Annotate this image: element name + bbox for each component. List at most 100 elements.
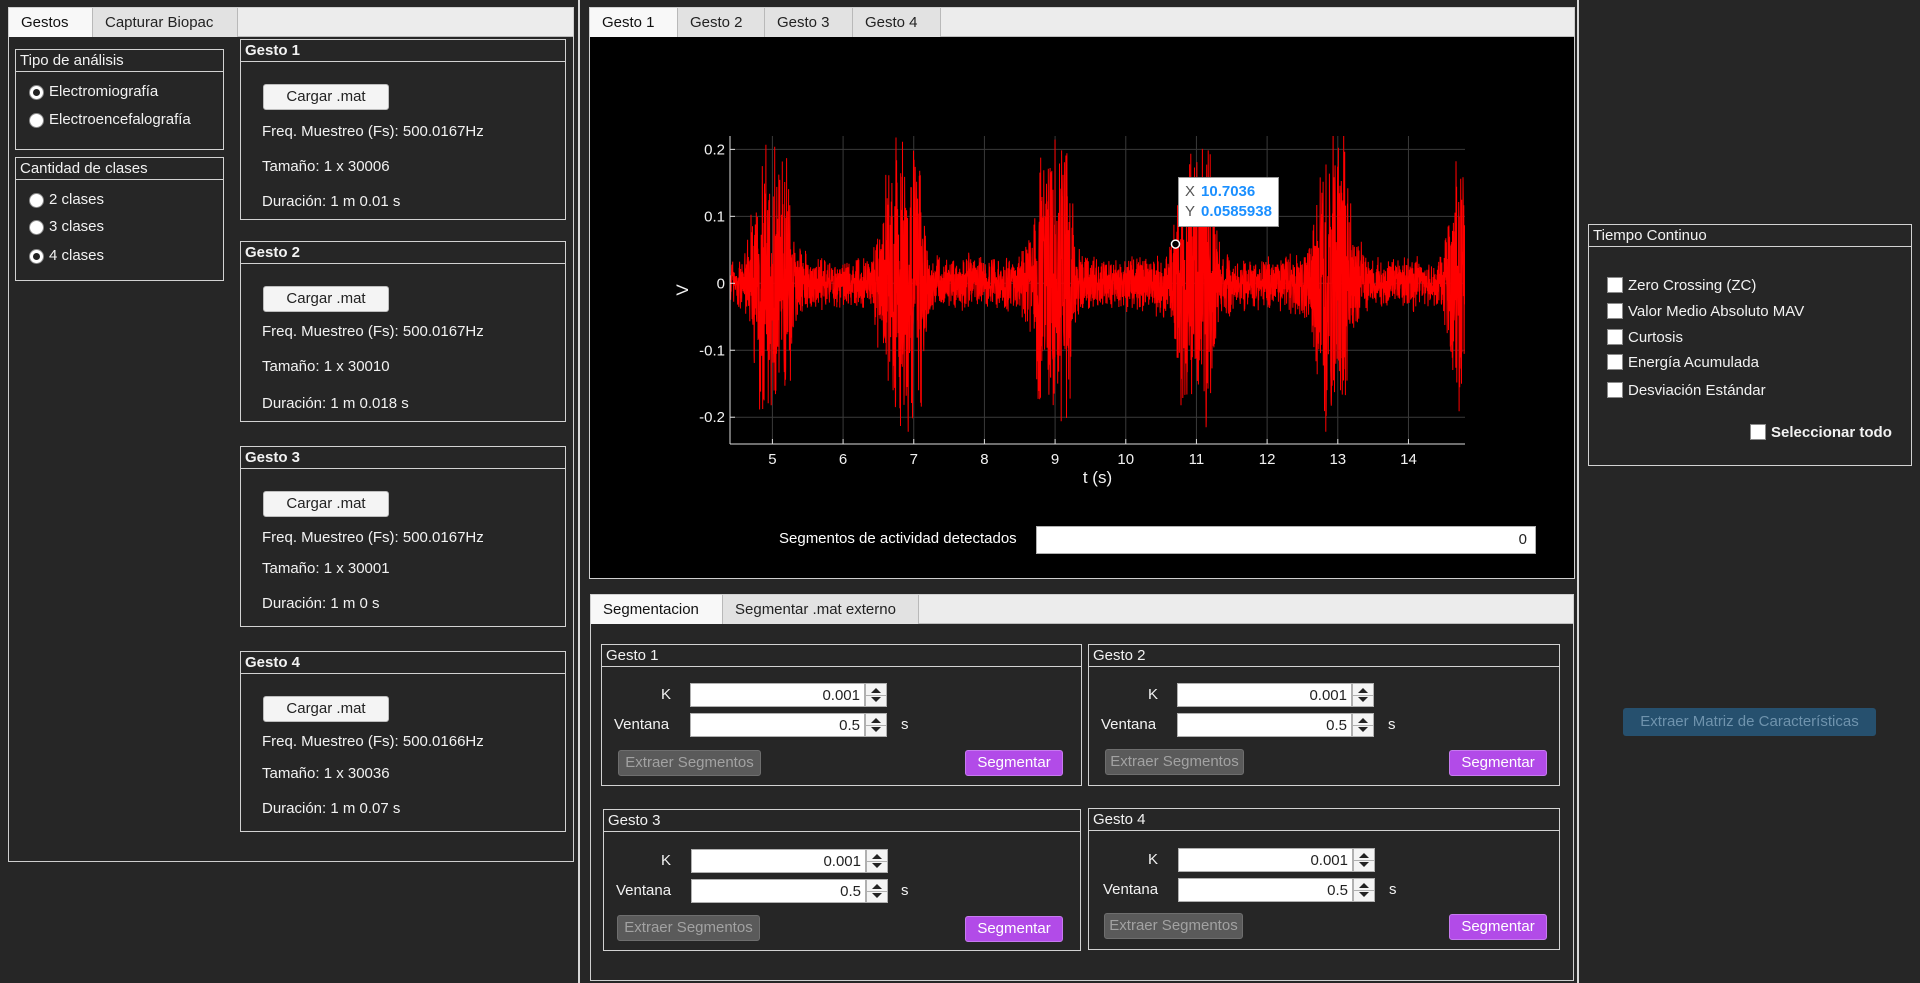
sampling-frequency: Freq. Muestreo (Fs): 500.0167Hz — [262, 323, 484, 340]
load-mat-button[interactable]: Cargar .mat — [263, 286, 389, 312]
spin-down-icon[interactable] — [1359, 892, 1369, 897]
extract-segments-button[interactable]: Extraer Segmentos — [1105, 749, 1244, 775]
window-spinner[interactable] — [1352, 713, 1374, 737]
radio-2-classes[interactable] — [29, 193, 44, 208]
k-input[interactable]: 0.001 — [1178, 848, 1353, 872]
spin-up-icon[interactable] — [871, 688, 881, 693]
window-spinner[interactable] — [866, 879, 888, 903]
window-spinner[interactable] — [865, 713, 887, 737]
spin-down-icon[interactable] — [872, 893, 882, 898]
checkbox-std[interactable] — [1607, 382, 1623, 398]
left-tabbar: Gestos Capturar Biopac — [9, 8, 573, 37]
x-tick-label: 10 — [1117, 451, 1134, 468]
spin-divider — [1354, 890, 1374, 891]
spin-down-icon[interactable] — [1358, 727, 1368, 732]
tab-plot-gesto-3[interactable]: Gesto 3 — [765, 8, 853, 37]
tab-plot-gesto-4[interactable]: Gesto 4 — [853, 8, 941, 37]
continuous-time-panel: Tiempo Continuo Zero Crossing (ZC) Valor… — [1588, 224, 1912, 466]
radio-2-classes-label: 2 clases — [49, 191, 105, 208]
k-spinner[interactable] — [1352, 683, 1374, 707]
radio-4-classes-label: 4 clases — [49, 247, 105, 264]
load-mat-button[interactable]: Cargar .mat — [263, 491, 389, 517]
k-input[interactable]: 0.001 — [690, 683, 865, 707]
y-axis-label: V — [673, 284, 692, 296]
spin-up-icon[interactable] — [1359, 883, 1369, 888]
segment-button[interactable]: Segmentar — [965, 916, 1063, 942]
radio-emg-label: Electromiografía — [49, 83, 159, 100]
gesture-title: Gesto 1 — [241, 40, 565, 62]
spin-up-icon[interactable] — [1359, 853, 1369, 858]
signal-duration: Duración: 1 m 0.018 s — [262, 395, 409, 412]
spin-down-icon[interactable] — [1359, 862, 1369, 867]
k-spinner[interactable] — [865, 683, 887, 707]
checkbox-mav[interactable] — [1607, 303, 1623, 319]
spin-up-icon[interactable] — [872, 854, 882, 859]
k-input[interactable]: 0.001 — [1177, 683, 1352, 707]
seg-panel-2: Gesto 2 K 0.001 Ventana 0.5 s Extraer Se… — [1088, 644, 1560, 786]
spin-divider — [1353, 695, 1373, 696]
gesture-title: Gesto 2 — [241, 242, 565, 264]
plot-area: 5 6 7 8 9 10 11 12 13 14 0.2 0.1 0 -0.1 -0.2 t (s) V X 10… — [590, 37, 1574, 578]
spin-down-icon[interactable] — [1358, 697, 1368, 702]
checkbox-curtosis[interactable] — [1607, 329, 1623, 345]
window-input[interactable]: 0.5 — [691, 879, 866, 903]
seg-panel-3: Gesto 3 K 0.001 Ventana 0.5 s Extraer Se… — [603, 809, 1081, 951]
load-mat-button[interactable]: Cargar .mat — [263, 84, 389, 110]
y-tick-label: -0.2 — [699, 409, 725, 426]
extract-segments-button[interactable]: Extraer Segmentos — [618, 750, 761, 776]
window-input[interactable]: 0.5 — [1178, 878, 1353, 902]
spin-up-icon[interactable] — [1358, 718, 1368, 723]
segment-button[interactable]: Segmentar — [1449, 914, 1547, 940]
k-label: K — [1148, 686, 1159, 703]
tab-plot-gesto-2[interactable]: Gesto 2 — [678, 8, 765, 37]
window-label: Ventana — [1103, 881, 1159, 898]
spin-up-icon[interactable] — [872, 884, 882, 889]
tab-segmentacion[interactable]: Segmentacion — [591, 595, 723, 624]
load-mat-button[interactable]: Cargar .mat — [263, 696, 389, 722]
plot-tabbar: Gesto 1 Gesto 2 Gesto 3 Gesto 4 — [590, 8, 1574, 37]
extract-segments-button[interactable]: Extraer Segmentos — [617, 915, 760, 941]
segments-count-field[interactable]: 0 — [1036, 526, 1536, 554]
segment-button[interactable]: Segmentar — [965, 750, 1063, 776]
sampling-frequency: Freq. Muestreo (Fs): 500.0167Hz — [262, 123, 484, 140]
spin-down-icon[interactable] — [871, 697, 881, 702]
signal-size: Tamaño: 1 x 30006 — [262, 158, 390, 175]
signal-size: Tamaño: 1 x 30001 — [262, 560, 390, 577]
checkbox-energy-label: Energía Acumulada — [1628, 354, 1759, 371]
y-tick-label: 0.1 — [704, 208, 725, 225]
extract-segments-button[interactable]: Extraer Segmentos — [1104, 913, 1243, 939]
checkbox-select-all[interactable] — [1750, 424, 1766, 440]
spin-divider — [1353, 725, 1373, 726]
segment-button[interactable]: Segmentar — [1449, 750, 1547, 776]
spin-down-icon[interactable] — [872, 863, 882, 868]
checkbox-zc-label: Zero Crossing (ZC) — [1628, 277, 1757, 294]
datatip-x-value: 10.7036 — [1201, 183, 1256, 200]
tab-plot-gesto-1[interactable]: Gesto 1 — [590, 8, 678, 37]
window-input[interactable]: 0.5 — [690, 713, 865, 737]
radio-4-classes[interactable] — [29, 249, 44, 264]
spin-up-icon[interactable] — [871, 718, 881, 723]
checkbox-energy[interactable] — [1607, 354, 1623, 370]
checkbox-zc[interactable] — [1607, 277, 1623, 293]
radio-3-classes[interactable] — [29, 220, 44, 235]
radio-eeg[interactable] — [29, 113, 44, 128]
tab-capturar-biopac[interactable]: Capturar Biopac — [93, 8, 238, 37]
radio-3-classes-label: 3 clases — [49, 218, 105, 235]
window-input[interactable]: 0.5 — [1177, 713, 1352, 737]
seg-panel-title: Gesto 2 — [1089, 645, 1559, 667]
signal-size: Tamaño: 1 x 30010 — [262, 358, 390, 375]
tab-segmentar-mat-externo[interactable]: Segmentar .mat externo — [723, 595, 919, 624]
k-input[interactable]: 0.001 — [691, 849, 866, 873]
k-label: K — [661, 852, 672, 869]
y-tick-label: 0 — [717, 275, 725, 292]
emg-chart[interactable]: 5 6 7 8 9 10 11 12 13 14 0.2 0.1 0 -0.1 -0.2 t (s) V — [590, 37, 1574, 578]
radio-emg[interactable] — [29, 85, 44, 100]
window-spinner[interactable] — [1353, 878, 1375, 902]
spin-up-icon[interactable] — [1358, 688, 1368, 693]
k-spinner[interactable] — [1353, 848, 1375, 872]
spin-down-icon[interactable] — [871, 727, 881, 732]
extract-feature-matrix-button[interactable]: Extraer Matriz de Características — [1623, 708, 1876, 736]
tab-gestos[interactable]: Gestos — [9, 8, 93, 37]
datatip-marker — [1170, 239, 1181, 249]
k-spinner[interactable] — [866, 849, 888, 873]
